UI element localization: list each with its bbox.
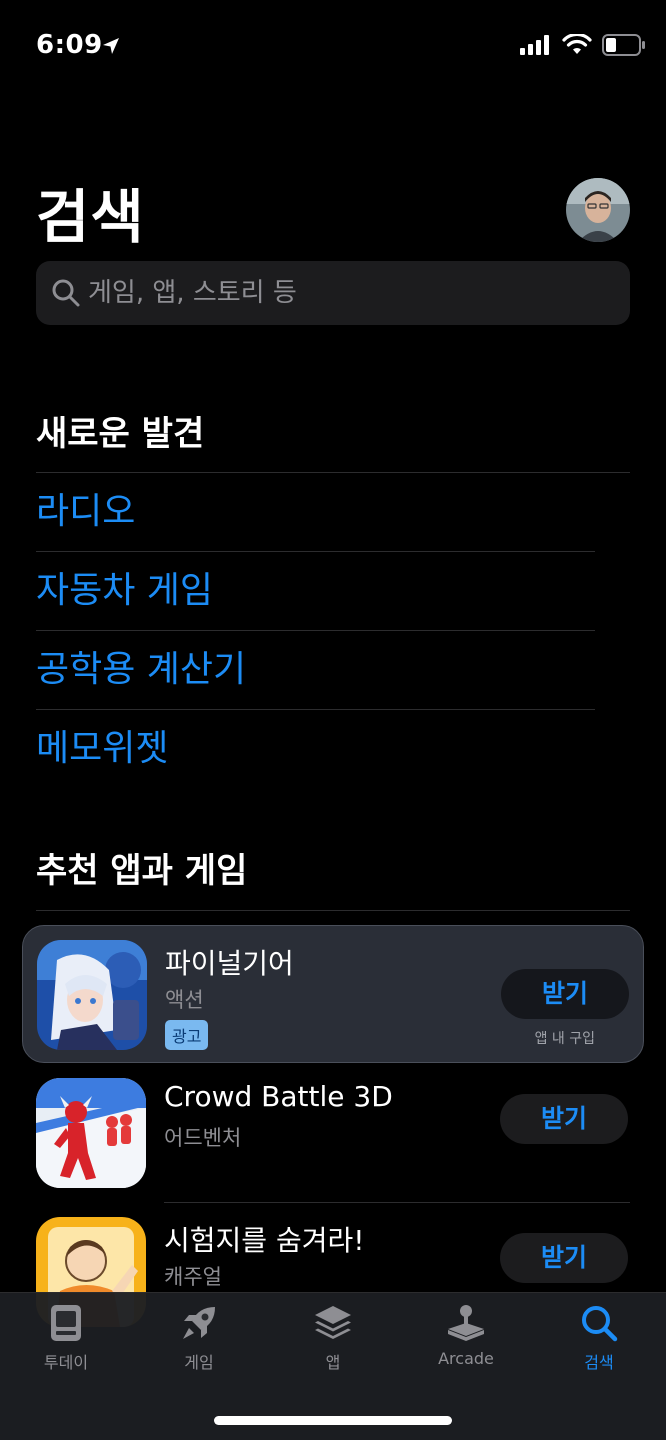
layers-icon [315, 1306, 351, 1339]
page-title: 검색 [36, 183, 145, 251]
search-icon [582, 1306, 618, 1342]
app-name: 파이널기어 [165, 947, 294, 980]
get-button[interactable]: 받기 [501, 969, 629, 1019]
status-indicators [520, 34, 646, 56]
tab-label: Arcade [438, 1349, 494, 1368]
in-app-purchase-note: 앱 내 구입 [534, 1031, 595, 1047]
location-arrow-icon [103, 38, 119, 54]
wifi-icon [562, 34, 592, 54]
cellular-signal-icon [520, 35, 549, 55]
status-time: 6:09 [36, 30, 103, 60]
suggested-section-title: 추천 앱과 게임 [36, 851, 248, 891]
tab-games[interactable]: 게임 [139, 1303, 259, 1383]
divider [36, 910, 630, 911]
tab-arcade[interactable]: Arcade [406, 1303, 526, 1383]
app-category: 캐주얼 [164, 1265, 222, 1289]
app-category: 액션 [165, 988, 204, 1012]
today-icon [51, 1305, 81, 1341]
discover-section-title: 새로운 발견 [36, 414, 205, 454]
home-indicator[interactable] [214, 1416, 452, 1425]
app-category: 어드벤처 [164, 1126, 242, 1150]
tab-label: 투데이 [43, 1353, 89, 1372]
get-button[interactable]: 받기 [500, 1094, 628, 1144]
app-row-final-gear[interactable]: 파이널기어 액션 광고 받기 앱 내 구입 [22, 925, 644, 1063]
tab-label: 검색 [584, 1353, 614, 1372]
avatar-image [566, 178, 630, 242]
get-button[interactable]: 받기 [500, 1233, 628, 1283]
search-bar[interactable] [36, 261, 630, 325]
rocket-icon [183, 1307, 215, 1339]
app-row-crowd-battle[interactable]: Crowd Battle 3D 어드벤처 받기 [36, 1064, 630, 1202]
search-icon [52, 279, 80, 307]
tab-apps[interactable]: 앱 [273, 1303, 393, 1383]
app-icon-crowd-battle [36, 1078, 146, 1188]
app-name: 시험지를 숨겨라! [164, 1224, 365, 1257]
ad-badge: 광고 [165, 1020, 209, 1050]
discover-link-car-games[interactable]: 자동차 게임 [36, 551, 596, 630]
discover-link-radio[interactable]: 라디오 [36, 472, 596, 551]
tab-search[interactable]: 검색 [539, 1303, 659, 1383]
app-name: Crowd Battle 3D [164, 1080, 393, 1113]
tab-label: 앱 [325, 1353, 341, 1372]
joystick-icon [448, 1305, 484, 1341]
search-input[interactable] [88, 261, 608, 325]
tab-label: 게임 [184, 1353, 214, 1372]
tab-today[interactable]: 투데이 [6, 1303, 126, 1383]
status-bar: 6:09 [0, 0, 666, 96]
discover-link-scientific-calculator[interactable]: 공학용 계산기 [36, 630, 596, 709]
discover-link-memo-widget[interactable]: 메모위젯 [36, 709, 596, 788]
battery-icon [602, 34, 645, 56]
avatar[interactable] [566, 178, 630, 242]
app-icon-final-gear [37, 940, 147, 1050]
